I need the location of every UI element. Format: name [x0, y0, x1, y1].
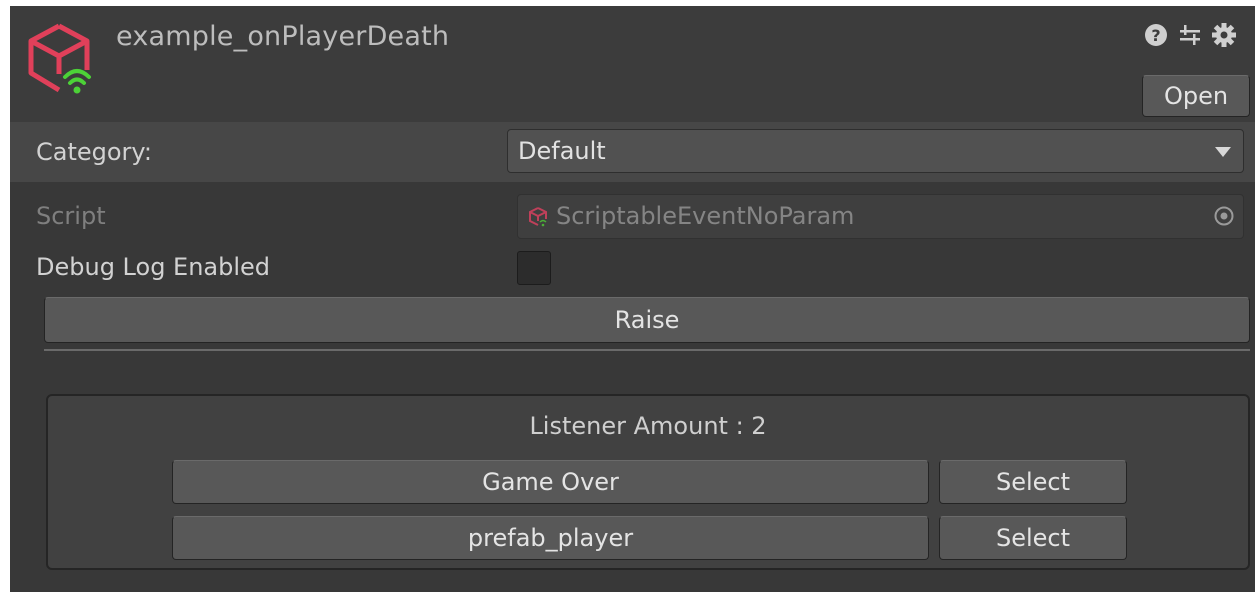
script-field: ScriptableEventNoParam: [517, 194, 1244, 239]
inspector-header: example_onPlayerDeath ? Open: [10, 6, 1255, 122]
debug-log-checkbox[interactable]: [517, 251, 551, 285]
listener-object-button[interactable]: Game Over: [172, 460, 929, 504]
svg-text:?: ?: [1151, 26, 1160, 45]
dropdown-arrow-icon: [1215, 147, 1231, 157]
listener-select-button[interactable]: Select: [939, 460, 1127, 504]
script-asset-icon: [529, 207, 547, 227]
preset-icon[interactable]: [1177, 20, 1203, 50]
gear-icon[interactable]: [1211, 20, 1237, 50]
open-button[interactable]: Open: [1142, 75, 1250, 117]
category-label: Category:: [36, 138, 152, 166]
asset-title: example_onPlayerDeath: [116, 21, 450, 52]
listener-amount: Listener Amount : 2: [529, 412, 767, 440]
help-icon[interactable]: ?: [1143, 20, 1169, 50]
script-value: ScriptableEventNoParam: [556, 202, 855, 230]
category-value: Default: [518, 137, 606, 165]
debug-log-label: Debug Log Enabled: [36, 253, 271, 281]
object-picker-icon[interactable]: [1213, 205, 1235, 227]
scriptable-event-icon: [28, 23, 91, 94]
inspector-panel: example_onPlayerDeath ? Open Category: D…: [10, 6, 1255, 592]
listener-panel: Listener Amount : 2 Game Over Select pre…: [46, 394, 1250, 570]
listener-object-button[interactable]: prefab_player: [172, 516, 929, 560]
category-row: Category: Default: [10, 122, 1255, 182]
script-label: Script: [36, 202, 106, 230]
listener-select-button[interactable]: Select: [939, 516, 1127, 560]
divider: [44, 349, 1250, 351]
category-dropdown[interactable]: Default: [507, 129, 1244, 173]
raise-button[interactable]: Raise: [44, 297, 1250, 343]
